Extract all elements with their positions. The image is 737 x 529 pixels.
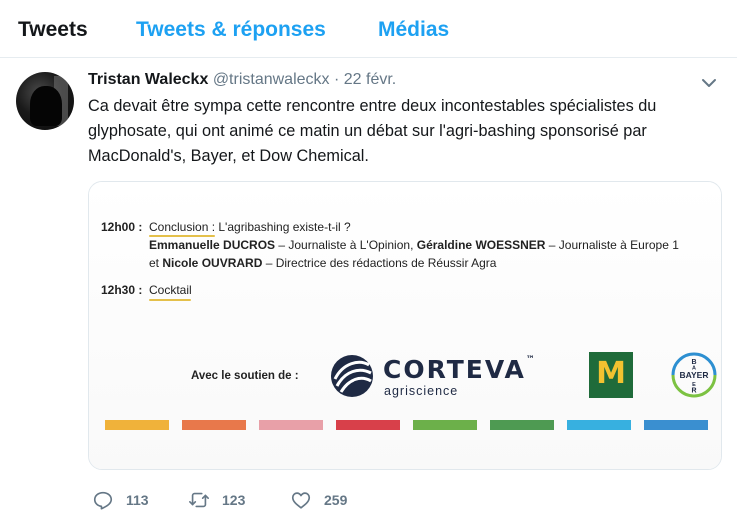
color-stripe: [336, 420, 400, 430]
svg-text:A: A: [692, 366, 696, 372]
avatar[interactable]: [16, 72, 74, 130]
tab-tweets-and-replies[interactable]: Tweets & réponses: [136, 18, 326, 42]
mcdonalds-arches: M: [596, 356, 626, 391]
speaker-1-role: – Journaliste à L'Opinion,: [275, 238, 417, 252]
retweet-button[interactable]: 123: [188, 486, 245, 514]
speaker-2-role: – Journaliste à Europe 1: [545, 238, 679, 252]
program-cocktail: Cocktail: [149, 283, 192, 297]
author-name[interactable]: Tristan Waleckx: [88, 71, 208, 88]
color-stripe: [567, 420, 631, 430]
speaker-3-role: – Directrice des rédactions de Réussir A…: [262, 256, 497, 270]
svg-text:R: R: [691, 388, 696, 395]
corteva-subtitle: agriscience: [384, 384, 459, 398]
corteva-emblem-icon: [331, 355, 373, 397]
program-conclusion: Conclusion : L'agribashing existe-t-il ?: [149, 220, 351, 234]
separator: ·: [333, 71, 340, 88]
program-time-2: 12h30 :: [101, 283, 143, 297]
color-stripe: [413, 420, 477, 430]
color-stripe: [182, 420, 246, 430]
color-stripe: [644, 420, 708, 430]
color-stripe: [105, 420, 169, 430]
bayer-logo: BAYER B A E R: [671, 352, 717, 398]
tweet-media-image[interactable]: 12h00 : Conclusion : L'agribashing exist…: [88, 181, 722, 470]
conclusion-label: Conclusion: [149, 220, 209, 234]
conclusion-text: : L'agribashing existe-t-il ?: [208, 220, 351, 234]
like-icon: [291, 492, 311, 509]
tweet-header: Tristan Waleckx @tristanwaleckx · 22 fév…: [88, 71, 396, 89]
tweet-actions: 113 123 259: [0, 486, 737, 516]
corteva-wordmark: CORTEVA™: [383, 355, 535, 384]
speaker-2-name: Géraldine WOESSNER: [416, 238, 546, 252]
profile-tabs: Tweets Tweets & réponses Médias: [0, 0, 737, 58]
mcdonalds-logo: M: [589, 352, 633, 398]
color-stripe: [490, 420, 554, 430]
speaker-3-name: Nicole OUVRARD: [162, 256, 263, 270]
color-stripe: [259, 420, 323, 430]
reply-icon: [93, 491, 113, 510]
tab-media[interactable]: Médias: [378, 18, 449, 42]
bayer-text: BAYER: [680, 370, 709, 380]
tab-tweets[interactable]: Tweets: [18, 18, 88, 42]
program-speakers-2: et Nicole OUVRARD – Directrice des rédac…: [149, 256, 496, 270]
sponsor-label: Avec le soutien de :: [191, 370, 299, 382]
reply-button[interactable]: 113: [92, 486, 149, 514]
chevron-down-icon[interactable]: [699, 73, 719, 93]
program-speakers-1: Emmanuelle DUCROS – Journaliste à L'Opin…: [149, 238, 679, 252]
corteva-logo: CORTEVA™ agriscience: [329, 353, 539, 403]
like-button[interactable]: 259: [290, 486, 347, 514]
program-time-1: 12h00 :: [101, 220, 143, 234]
retweet-icon: [189, 492, 209, 508]
author-handle[interactable]: @tristanwaleckx: [213, 71, 330, 88]
retweet-count: 123: [222, 492, 246, 508]
and-text: et: [149, 256, 163, 270]
speaker-1-name: Emmanuelle DUCROS: [149, 238, 276, 252]
reply-count: 113: [126, 492, 149, 508]
tweet-date[interactable]: 22 févr.: [344, 71, 396, 88]
tweet-text: Ca devait être sympa cette rencontre ent…: [88, 97, 657, 165]
like-count: 259: [324, 492, 348, 508]
